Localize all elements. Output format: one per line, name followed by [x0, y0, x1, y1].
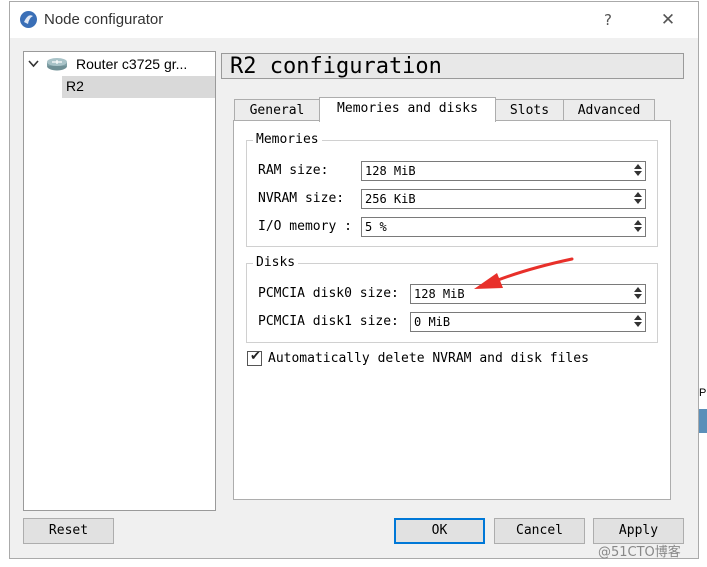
watermark: @51CTO博客 [598, 545, 681, 560]
nvram-size-value: 256 KiB [365, 192, 416, 206]
tab-general[interactable]: General [234, 99, 320, 121]
nvram-size-stepper[interactable] [632, 191, 644, 207]
memories-group-title: Memories [253, 132, 322, 147]
nvram-size-label: NVRAM size: [258, 191, 345, 206]
auto-delete-checkbox[interactable]: ✔ [247, 349, 262, 366]
background-strip [699, 409, 707, 433]
io-memory-spinbox[interactable]: 5 % [361, 217, 646, 237]
ram-size-stepper[interactable] [632, 163, 644, 179]
gns3-app-icon [20, 11, 37, 28]
pcmcia-disk0-stepper[interactable] [632, 286, 644, 302]
tab-advanced[interactable]: Advanced [563, 99, 655, 121]
ok-button[interactable]: OK [394, 518, 485, 544]
tab-memories-and-disks[interactable]: Memories and disks [319, 97, 496, 122]
window-title: Node configurator [44, 11, 164, 28]
title-bar: Node configurator ? ✕ [10, 2, 698, 38]
tree-item-r2[interactable]: R2 [62, 76, 215, 98]
pcmcia-disk0-spinbox[interactable]: 128 MiB [410, 284, 646, 304]
router-icon [47, 58, 67, 71]
pcmcia-disk0-label: PCMCIA disk0 size: [258, 286, 399, 301]
background-window-fragment: PC [699, 387, 707, 437]
nvram-size-spinbox[interactable]: 256 KiB [361, 189, 646, 209]
pcmcia-disk1-label: PCMCIA disk1 size: [258, 314, 399, 329]
checkmark-icon: ✔ [250, 349, 261, 364]
tab-panel: Memories RAM size: 128 MiB NVRAM size: 2… [233, 120, 671, 500]
pcmcia-disk1-stepper[interactable] [632, 314, 644, 330]
pcmcia-disk1-spinbox[interactable]: 0 MiB [410, 312, 646, 332]
close-button[interactable]: ✕ [656, 8, 680, 32]
config-header: R2 configuration [221, 53, 684, 79]
io-memory-value: 5 % [365, 220, 387, 234]
io-memory-stepper[interactable] [632, 219, 644, 235]
reset-button[interactable]: Reset [23, 518, 114, 544]
auto-delete-label[interactable]: Automatically delete NVRAM and disk file… [268, 351, 589, 366]
page-title: R2 configuration [230, 54, 442, 79]
cancel-button[interactable]: Cancel [494, 518, 585, 544]
tree-item-router-group[interactable]: Router c3725 gr... [24, 54, 215, 76]
io-memory-label: I/O memory : [258, 219, 352, 234]
background-text: PC [699, 387, 707, 399]
ram-size-spinbox[interactable]: 128 MiB [361, 161, 646, 181]
pcmcia-disk0-value: 128 MiB [414, 287, 465, 301]
ram-size-label: RAM size: [258, 163, 329, 178]
chevron-down-icon[interactable] [28, 60, 39, 68]
node-configurator-dialog: Node configurator ? ✕ Router c3725 gr...… [9, 1, 699, 559]
ram-size-value: 128 MiB [365, 164, 416, 178]
help-button[interactable]: ? [596, 8, 620, 32]
tab-slots[interactable]: Slots [495, 99, 564, 121]
pcmcia-disk1-value: 0 MiB [414, 315, 451, 329]
tree-child-label: R2 [66, 78, 84, 94]
tree-group-label: Router c3725 gr... [76, 56, 188, 72]
disks-group-title: Disks [253, 255, 299, 270]
node-tree[interactable]: Router c3725 gr... R2 [23, 51, 216, 511]
